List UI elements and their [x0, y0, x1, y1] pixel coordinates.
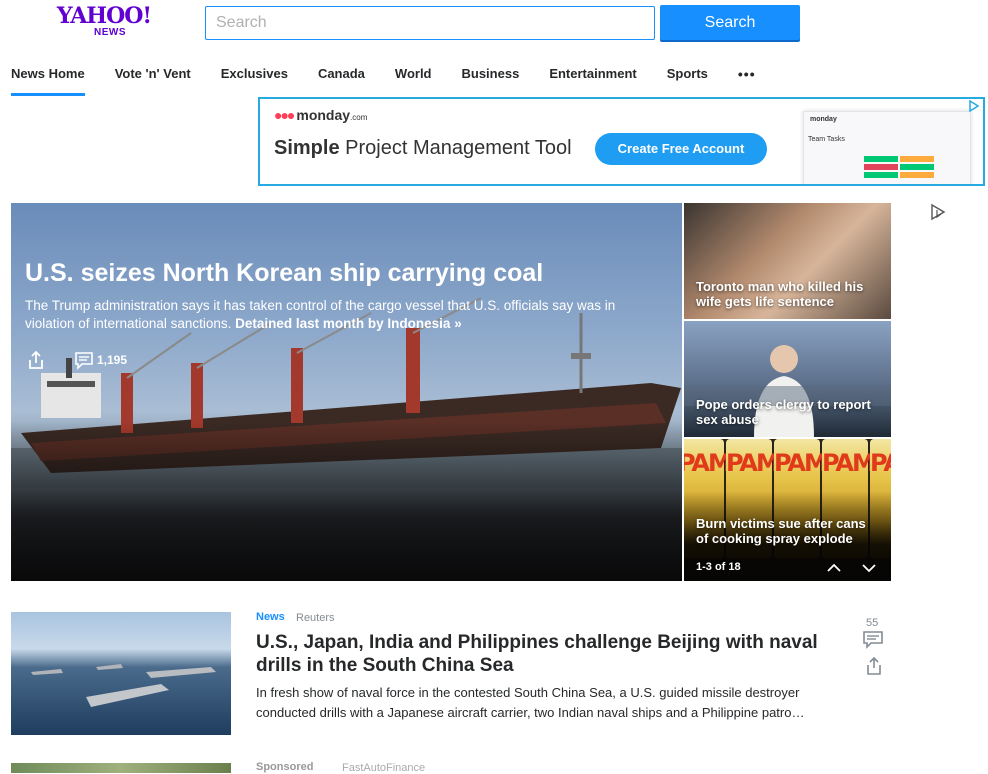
logo-wordmark: YAHOO! [56, 3, 152, 29]
story-summary: In fresh show of naval force in the cont… [256, 685, 805, 720]
ad-banner[interactable]: ●●● monday.com Simple Project Management … [258, 97, 985, 186]
hero-summary: The Trump administration says it has tak… [25, 298, 616, 331]
nav-sports[interactable]: Sports [667, 62, 708, 96]
story-title[interactable]: U.S., Japan, India and Philippines chall… [256, 631, 846, 677]
ad-choices-icon[interactable] [967, 99, 981, 113]
share-icon[interactable] [25, 349, 47, 371]
ad-cta-button[interactable]: Create Free Account [595, 133, 767, 165]
nav-more-menu[interactable]: ••• [738, 62, 756, 96]
hero-read-more-link[interactable]: Detained last month by Indonesia » [235, 316, 462, 331]
sponsored-thumbnail[interactable] [11, 763, 231, 773]
story-source: Reuters [296, 612, 335, 624]
nav-exclusives[interactable]: Exclusives [221, 62, 288, 96]
side-story-title: Toronto man who killed his wife gets lif… [696, 279, 864, 309]
nav-news-home[interactable]: News Home [11, 62, 85, 96]
side-story-3[interactable]: PAM PAM PAM PAM PAM Burn victims sue aft… [684, 439, 891, 581]
ad-choices-icon[interactable] [929, 203, 947, 221]
search-button[interactable]: Search [660, 5, 800, 40]
nav-canada[interactable]: Canada [318, 62, 365, 96]
comment-icon[interactable] [862, 630, 884, 650]
comment-icon [75, 352, 93, 370]
nav-world[interactable]: World [395, 62, 432, 96]
sponsored-source: FastAutoFinance [342, 762, 426, 774]
story-category[interactable]: News [256, 611, 285, 623]
ad-headline: Simple Project Management Tool [274, 137, 572, 159]
hero-comment-count: 1,195 [97, 353, 128, 367]
story-comment-count: 55 [866, 617, 879, 629]
sponsored-label: Sponsored [256, 761, 314, 773]
side-story-1[interactable]: Toronto man who killed his wife gets lif… [684, 203, 891, 319]
side-story-title: Burn victims sue after cans of cooking s… [696, 516, 866, 546]
monday-logo-icon: ●●● [274, 107, 295, 123]
hero-title[interactable]: U.S. seizes North Korean ship carrying c… [25, 259, 543, 288]
naval-ships-image [31, 664, 216, 707]
ad-product-screenshot: monday Team Tasks [803, 111, 971, 184]
side-story-title: Pope orders clergy to report sex abuse [696, 397, 871, 427]
nav-entertainment[interactable]: Entertainment [549, 62, 636, 96]
story-thumbnail[interactable] [11, 612, 231, 735]
carousel-count: 1-3 of 18 [696, 561, 741, 573]
hero-comments-button[interactable]: 1,195 [74, 349, 127, 371]
yahoo-news-logo[interactable]: YAHOO! NEWS [56, 3, 152, 39]
side-story-2[interactable]: Pope orders clergy to report sex abuse [684, 321, 891, 437]
search-input[interactable] [205, 6, 655, 40]
main-nav: News Home Vote 'n' Vent Exclusives Canad… [11, 62, 786, 98]
chevron-up-icon[interactable] [826, 561, 842, 575]
nav-vote-n-vent[interactable]: Vote 'n' Vent [115, 62, 191, 96]
logo-subtitle: NEWS [94, 27, 126, 38]
ad-brand: ●●● monday.com [274, 107, 368, 123]
chevron-down-icon[interactable] [861, 561, 877, 575]
share-icon[interactable] [864, 656, 884, 676]
nav-business[interactable]: Business [462, 62, 520, 96]
